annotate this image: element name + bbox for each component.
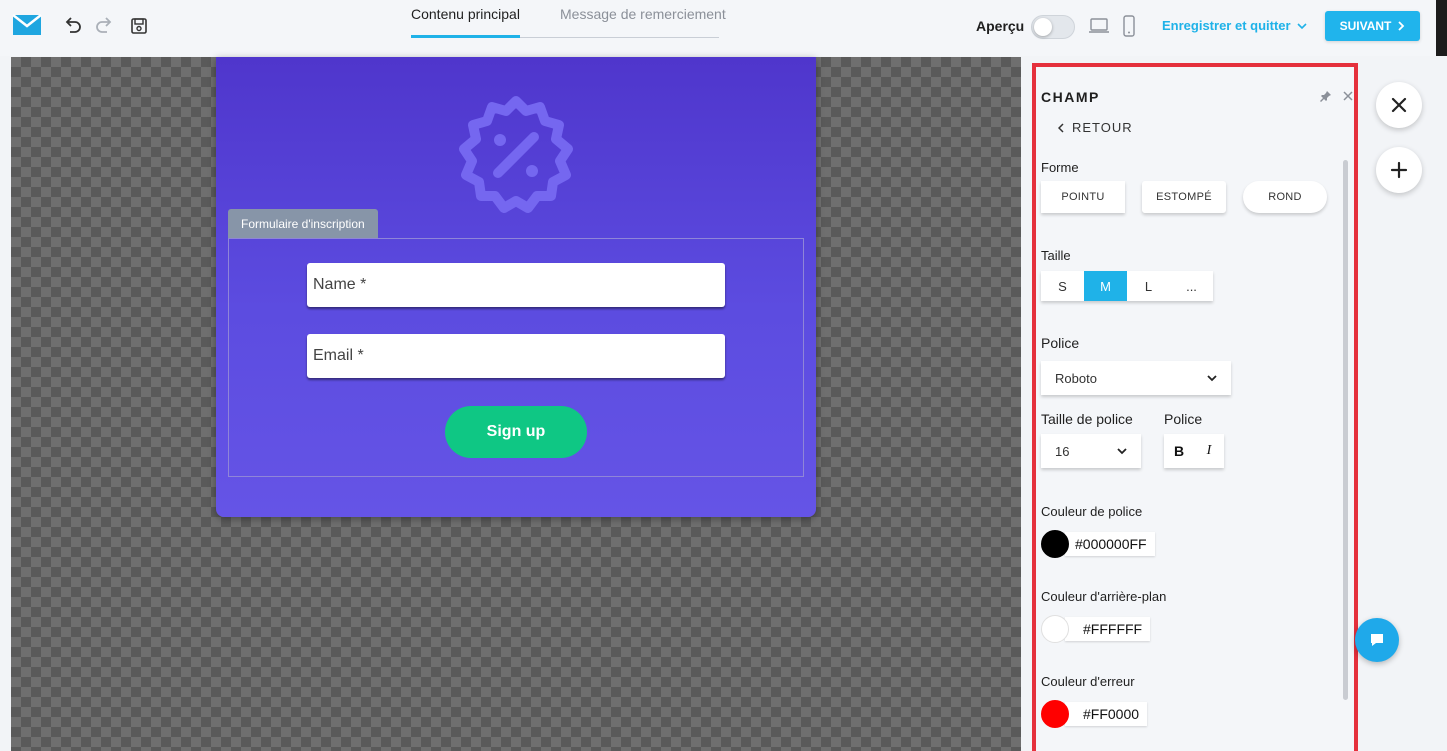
editor-canvas[interactable]: Formulaire d'inscription Name * Email * … [11, 57, 1021, 751]
signup-form[interactable]: Name * Email * Sign up [228, 238, 804, 477]
font-label: Police [1041, 335, 1080, 351]
chat-bubble-icon [1371, 634, 1383, 646]
background-color-label: Couleur d'arrière-plan [1041, 589, 1167, 604]
size-m-button[interactable]: M [1084, 271, 1127, 301]
undo-icon[interactable] [62, 15, 84, 37]
font-select[interactable]: Roboto [1041, 361, 1231, 395]
tab-thank-you-message[interactable]: Message de remerciement [560, 6, 726, 22]
size-label: Taille [1041, 248, 1071, 263]
email-input[interactable]: Email * [307, 334, 725, 378]
next-button[interactable]: SUIVANT [1325, 11, 1420, 41]
font-style-label: Police [1164, 411, 1203, 427]
font-size-select[interactable]: 16 [1041, 434, 1141, 468]
font-color-label: Couleur de police [1041, 504, 1143, 519]
size-more-button[interactable]: ... [1170, 271, 1213, 301]
close-icon[interactable] [1342, 90, 1354, 102]
panel-scrollbar[interactable] [1343, 160, 1348, 700]
panel-title: CHAMP [1041, 89, 1100, 105]
save-and-quit-label: Enregistrer et quitter [1162, 18, 1291, 33]
save-icon[interactable] [128, 15, 150, 37]
font-color-swatch[interactable] [1041, 530, 1069, 558]
close-icon [1391, 97, 1407, 113]
size-s-button[interactable]: S [1041, 271, 1084, 301]
font-select-value: Roboto [1055, 370, 1097, 386]
size-selector: S M L ... [1041, 271, 1213, 301]
error-color-label: Couleur d'erreur [1041, 674, 1135, 689]
back-label: RETOUR [1072, 120, 1133, 135]
close-editor-button[interactable] [1376, 82, 1422, 128]
error-color-hex-input[interactable]: #FF0000 [1065, 702, 1148, 726]
signup-popup[interactable]: Formulaire d'inscription Name * Email * … [216, 57, 816, 517]
font-size-value: 16 [1055, 443, 1070, 459]
chat-support-button[interactable] [1355, 618, 1399, 662]
form-tab-label[interactable]: Formulaire d'inscription [228, 209, 378, 239]
save-and-quit-button[interactable]: Enregistrer et quitter [1162, 18, 1307, 33]
top-toolbar: Contenu principal Message de remerciemen… [0, 0, 1447, 56]
signup-button[interactable]: Sign up [445, 406, 587, 458]
chevron-down-icon [1207, 375, 1217, 382]
toggle-knob [1034, 18, 1052, 36]
background-color-row: #FFFFFF [1041, 615, 1151, 643]
desktop-view-icon[interactable] [1088, 15, 1110, 37]
size-l-button[interactable]: L [1127, 271, 1170, 301]
chevron-right-icon [1398, 21, 1405, 31]
content-tabs: Contenu principal Message de remerciemen… [411, 0, 726, 38]
envelope-logo-icon[interactable] [10, 12, 44, 38]
tab-main-content[interactable]: Contenu principal [411, 6, 520, 22]
chevron-down-icon [1117, 448, 1127, 455]
font-color-row: #000000FF [1041, 530, 1155, 558]
pin-icon[interactable] [1320, 90, 1332, 102]
chevron-down-icon [1297, 22, 1307, 29]
redo-icon[interactable] [93, 15, 115, 37]
back-button[interactable]: RETOUR [1058, 120, 1133, 135]
active-tab-indicator [411, 35, 520, 38]
plus-icon [1390, 161, 1408, 179]
shape-soft-button[interactable]: ESTOMPÉ [1142, 181, 1226, 213]
bold-button[interactable]: B [1164, 434, 1194, 468]
discount-badge-icon [459, 96, 573, 213]
next-button-label: SUIVANT [1339, 19, 1392, 33]
name-input[interactable]: Name * [307, 263, 725, 307]
window-edge [1436, 0, 1447, 56]
field-settings-panel: CHAMP RETOUR Forme POINTU ESTOMPÉ ROND T… [1032, 63, 1358, 751]
error-color-row: #FF0000 [1041, 700, 1148, 728]
font-color-hex-input[interactable]: #000000FF [1065, 532, 1155, 556]
shape-round-button[interactable]: ROND [1243, 181, 1327, 213]
preview-label: Aperçu [976, 18, 1025, 34]
font-style-buttons: B I [1164, 434, 1224, 468]
shape-sharp-button[interactable]: POINTU [1041, 181, 1125, 213]
preview-toggle[interactable] [1031, 15, 1075, 39]
chevron-left-icon [1058, 122, 1064, 133]
mobile-view-icon[interactable] [1121, 14, 1137, 38]
add-element-button[interactable] [1376, 147, 1422, 193]
font-size-label: Taille de police [1041, 411, 1133, 427]
shape-label: Forme [1041, 160, 1079, 175]
background-color-swatch[interactable] [1041, 615, 1069, 643]
italic-button[interactable]: I [1194, 434, 1224, 468]
background-color-hex-input[interactable]: #FFFFFF [1065, 617, 1151, 641]
error-color-swatch[interactable] [1041, 700, 1069, 728]
